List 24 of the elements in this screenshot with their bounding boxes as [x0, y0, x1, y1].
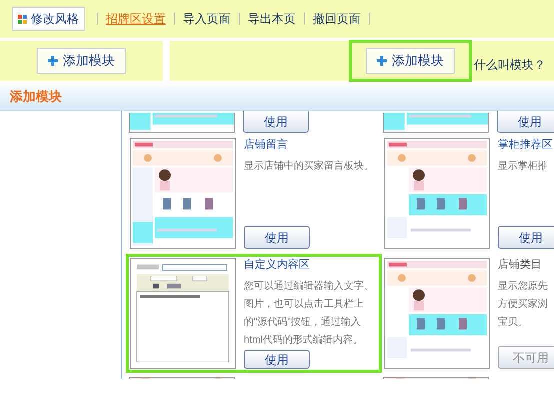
section-title: 添加模块	[10, 88, 62, 106]
module-description: 显示您原先 方便买家浏 宝贝。	[498, 280, 548, 330]
toolbar-link[interactable]: 导入页面	[183, 10, 231, 28]
module-title: 掌柜推荐区	[498, 138, 553, 152]
style-button[interactable]: 修改风格	[12, 7, 85, 31]
grid-icon	[18, 14, 27, 24]
toolbar-link[interactable]: 导出本页	[248, 10, 296, 28]
add-module-button[interactable]: 添加模块	[366, 48, 455, 74]
module-title: 店铺类目	[498, 258, 542, 272]
use-button[interactable]: 使用	[497, 111, 554, 133]
toolbar-link[interactable]: 撤回页面	[313, 10, 361, 28]
plus-icon	[48, 56, 58, 66]
module-title: 店铺留言	[244, 138, 288, 152]
add-module-button[interactable]: 添加模块	[37, 48, 126, 74]
use-button[interactable]: 使用	[243, 111, 309, 133]
module-description: 您可以通过编辑器输入文字、 图片，也可以点击工具栏上 的"源代码"按钮，通过输入 html代码的形式编辑内容。	[244, 280, 374, 348]
use-button[interactable]: 使用	[498, 226, 554, 249]
use-button[interactable]: 使用	[244, 350, 310, 369]
module-description: 显示掌柜推	[498, 160, 548, 174]
help-link[interactable]: 什么叫模块？	[474, 56, 546, 74]
use-button[interactable]: 使用	[244, 226, 310, 249]
plus-icon	[377, 56, 387, 66]
module-title: 自定义内容区	[244, 258, 310, 272]
module-description: 显示店铺中的买家留言板块。	[244, 160, 374, 174]
